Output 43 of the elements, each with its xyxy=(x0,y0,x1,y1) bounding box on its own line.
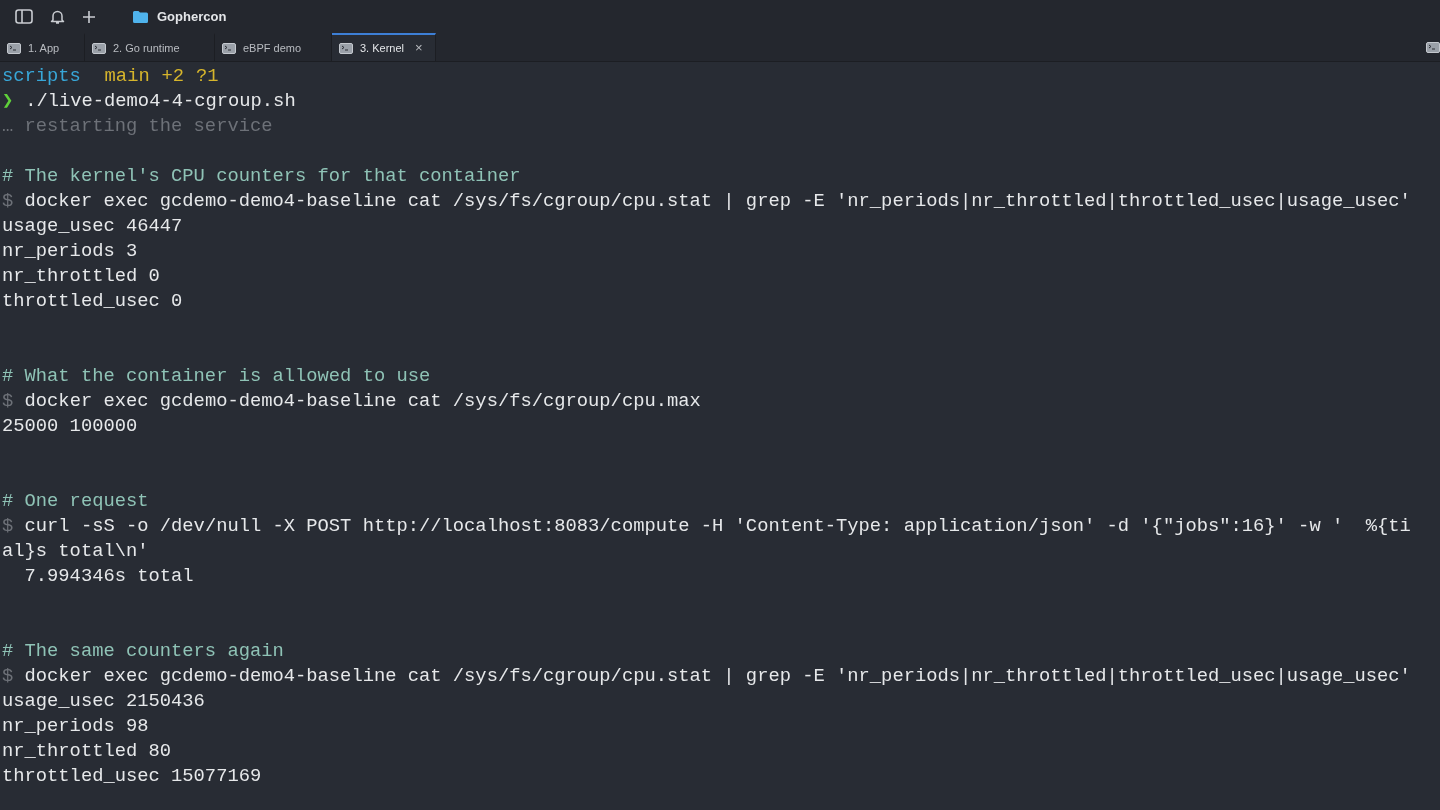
git-changes: +2 xyxy=(161,64,185,89)
command-text: curl -sS -o /dev/null -X POST http://localhost:8083/compute -H 'Content-Type: application/json' -d '{"jobs":16}' -w ' %{ti xyxy=(24,514,1411,539)
comment-line: # What the container is allowed to use xyxy=(2,365,431,387)
terminal-icon xyxy=(7,42,21,54)
output-line: throttled_usec 0 xyxy=(2,290,183,312)
output-line: 25000 100000 xyxy=(2,415,138,437)
output-line: nr_throttled 80 xyxy=(2,740,172,762)
output-line: usage_usec 46447 xyxy=(2,215,183,237)
close-button[interactable]: × xyxy=(415,38,423,58)
output-line: 7.994346s total xyxy=(23,565,194,587)
sidebar-toggle-icon[interactable] xyxy=(15,9,33,24)
output-line: nr_periods 3 xyxy=(2,240,138,262)
output-line: al}s total\n' xyxy=(2,540,149,562)
output-line: usage_usec 2150436 xyxy=(2,690,205,712)
prompt-symbol: $ xyxy=(2,664,14,689)
command-text: docker exec gcdemo-demo4-baseline cat /sys/fs/cgroup/cpu.stat | grep -E 'nr_periods|nr_throttled|throttled_usec|usage_usec' xyxy=(24,664,1411,689)
terminal-icon xyxy=(222,42,236,54)
terminal-icon xyxy=(339,42,353,54)
prompt-symbol: $ xyxy=(2,514,14,539)
comment-line: # One request xyxy=(2,490,149,512)
folder-icon xyxy=(133,10,148,23)
tab[interactable]: 1. App xyxy=(0,33,85,61)
command-text: docker exec gcdemo-demo4-baseline cat /sys/fs/cgroup/cpu.stat | grep -E 'nr_periods|nr_throttled|throttled_usec|usage_usec' xyxy=(24,189,1411,214)
command-text: docker exec gcdemo-demo4-baseline cat /sys/fs/cgroup/cpu.max xyxy=(24,389,701,414)
status-message: … restarting the service xyxy=(2,115,273,137)
bell-icon[interactable] xyxy=(50,8,65,25)
output-line: nr_periods 98 xyxy=(2,715,149,737)
prompt-symbol: ❯ xyxy=(2,89,14,114)
plus-icon[interactable] xyxy=(82,9,96,24)
prompt-symbol: $ xyxy=(2,389,14,414)
comment-line: # The same counters again xyxy=(2,640,284,662)
tab[interactable]: 2. Go runtime xyxy=(85,33,215,61)
tab[interactable]: 3. Kernel × xyxy=(332,33,436,61)
git-untracked: ?1 xyxy=(195,64,219,89)
terminal-icon xyxy=(92,42,106,54)
git-branch: main xyxy=(104,64,150,89)
window-title: Gophercon xyxy=(157,7,227,26)
output-line: nr_throttled 0 xyxy=(2,265,160,287)
prompt-directory: scripts xyxy=(2,64,81,89)
output-line: throttled_usec 15077169 xyxy=(2,765,262,787)
prompt-symbol: $ xyxy=(2,189,14,214)
command-text: ./live-demo4-4-cgroup.sh xyxy=(25,89,296,114)
comment-line: # The kernel's CPU counters for that container xyxy=(2,165,521,187)
